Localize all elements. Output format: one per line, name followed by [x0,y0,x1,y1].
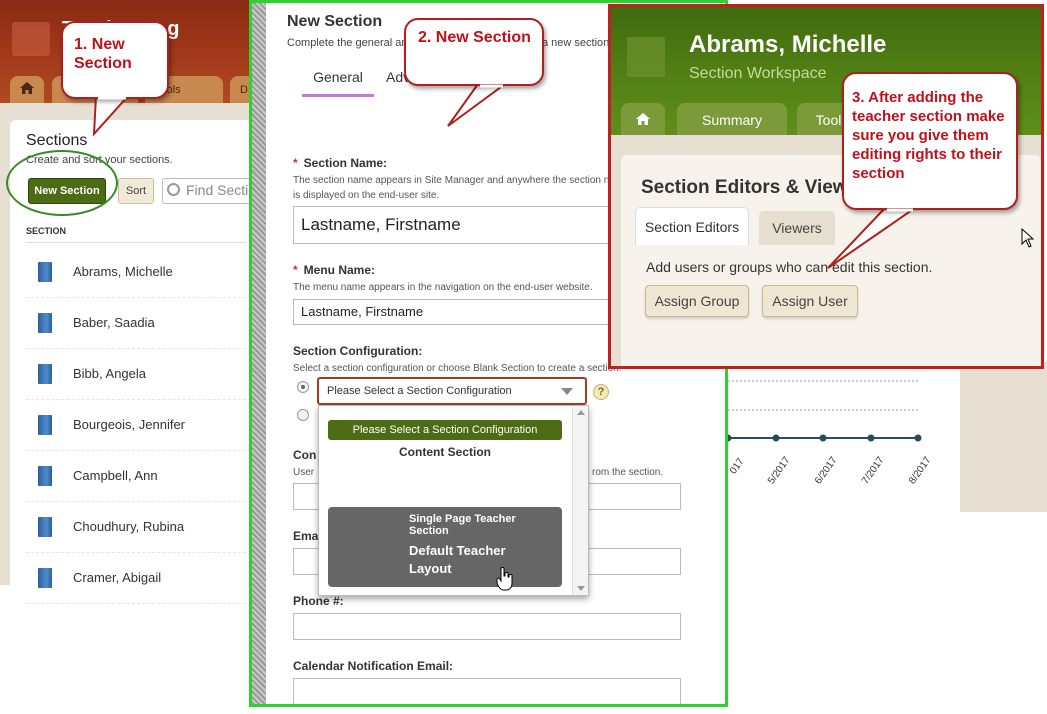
section-list-item[interactable]: Choudhury, Rubina [26,503,246,553]
section-list-item[interactable]: Cramer, Abigail [26,554,246,604]
book-icon [38,415,52,435]
book-icon [38,466,52,486]
section-editors-description: Add users or groups who can edit this se… [646,259,933,275]
dropdown-group-content: Content Section [399,445,491,459]
dropdown-option-placeholder[interactable]: Please Select a Section Configuration [328,420,562,440]
book-icon [38,568,52,588]
panel-edge-strip [252,3,266,704]
chart-point-7 [867,434,875,442]
book-icon [38,262,52,282]
right-header-title: Abrams, Michelle [689,31,887,58]
home-icon [20,82,34,94]
section-name: Bibb, Angela [73,366,147,381]
callout-new-section-2: 2. New Section [404,18,544,86]
callout-editing-rights: 3. After adding the teacher section make… [842,72,1018,210]
sort-button[interactable]: Sort [118,178,154,204]
callout-new-section-1: 1. New Section [61,21,169,99]
section-config-selected: Please Select a Section Configuration [327,385,512,397]
tab-home[interactable] [621,103,665,135]
timeline-chart [728,380,922,442]
arrow-cursor-icon [1021,228,1035,248]
section-config-help: Select a section configuration or choose… [293,363,622,374]
menu-name-label: * Menu Name: [293,263,375,277]
right-header-subtitle: Section Workspace [689,65,827,82]
tab-section-editors[interactable]: Section Editors [635,207,749,245]
section-list-item[interactable]: Abrams, Michelle [26,248,246,298]
help-icon[interactable]: ? [593,384,609,400]
chevron-down-icon [561,388,573,395]
find-section-input[interactable]: Find Section [162,178,262,204]
right-beige-area [960,362,1047,512]
content-label: Con [293,448,317,462]
section-name-label-text: Section Name: [303,156,388,170]
calendar-email-label: Calendar Notification Email: [293,659,454,673]
section-editors-title: Section Editors & Viewers [641,177,877,198]
section-config-dropdown: Please Select a Section Configuration Co… [318,405,589,596]
sections-panel: Teacher Pag ace Summary Tools D Sections… [0,0,262,714]
calendar-email-input[interactable] [293,678,681,704]
tab-general[interactable]: General [302,69,374,97]
book-icon [627,37,665,77]
content-help-right: rom the section. [592,467,664,478]
section-name: Bourgeois, Jennifer [73,417,186,432]
required-marker: * [293,263,298,277]
chart-point-5 [772,434,780,442]
section-name-help: The section name appears in Site Manager… [293,175,629,201]
book-icon [38,364,52,384]
section-name: Baber, Saadia [73,315,155,330]
config-radio-select[interactable] [297,381,309,393]
section-config-label: Section Configuration: [293,344,423,358]
phone-label: Phone #: [293,594,344,608]
required-marker: * [293,156,298,170]
section-name: Cramer, Abigail [73,570,162,585]
new-section-highlight-circle [6,150,118,216]
section-list-item[interactable]: Baber, Saadia [26,299,246,349]
menu-name-label-text: Menu Name: [303,263,376,277]
section-list-item[interactable]: Bourgeois, Jennifer [26,401,246,451]
chart-point-6 [819,434,827,442]
chart-point-4 [728,434,732,442]
dropdown-group-teacher: Single Page Teacher Section [409,513,516,537]
section-name: Choudhury, Rubina [73,519,185,534]
briefcase-icon [12,22,50,56]
assign-user-button[interactable]: Assign User [762,285,858,317]
sections-title: Sections [26,132,88,149]
menu-name-help: The menu name appears in the navigation … [293,282,593,293]
chart-point-8 [914,434,922,442]
tab-summary[interactable]: Summary [677,103,787,135]
email-label: Ema [293,529,319,543]
book-icon [38,517,52,537]
tab-viewers[interactable]: Viewers [759,211,835,245]
section-column-header[interactable]: SECTION [26,226,246,243]
tab-home[interactable] [10,76,44,103]
content-help-left: User [293,467,315,478]
dropdown-scrollbar[interactable] [572,406,588,595]
scroll-down-icon [577,586,585,591]
phone-input[interactable] [293,613,681,640]
scroll-up-icon [577,410,585,415]
book-icon [38,313,52,333]
assign-group-button[interactable]: Assign Group [645,285,749,317]
form-title: New Section [287,13,383,30]
section-config-select[interactable]: Please Select a Section Configuration [317,377,587,405]
section-list-item[interactable]: Campbell, Ann [26,452,246,502]
section-list-item[interactable]: Bibb, Angela [26,350,246,400]
dropdown-option-teacher-label: Default Teacher Layout [409,543,506,576]
section-name-label: * Section Name: [293,156,387,170]
dropdown-option-teacher[interactable]: Single Page Teacher Section Default Teac… [328,507,562,587]
hand-cursor-icon [496,567,513,591]
config-radio-blank[interactable] [297,409,309,421]
section-name: Campbell, Ann [73,468,158,483]
section-name: Abrams, Michelle [73,264,173,279]
search-icon [167,183,180,196]
home-icon [636,113,650,125]
